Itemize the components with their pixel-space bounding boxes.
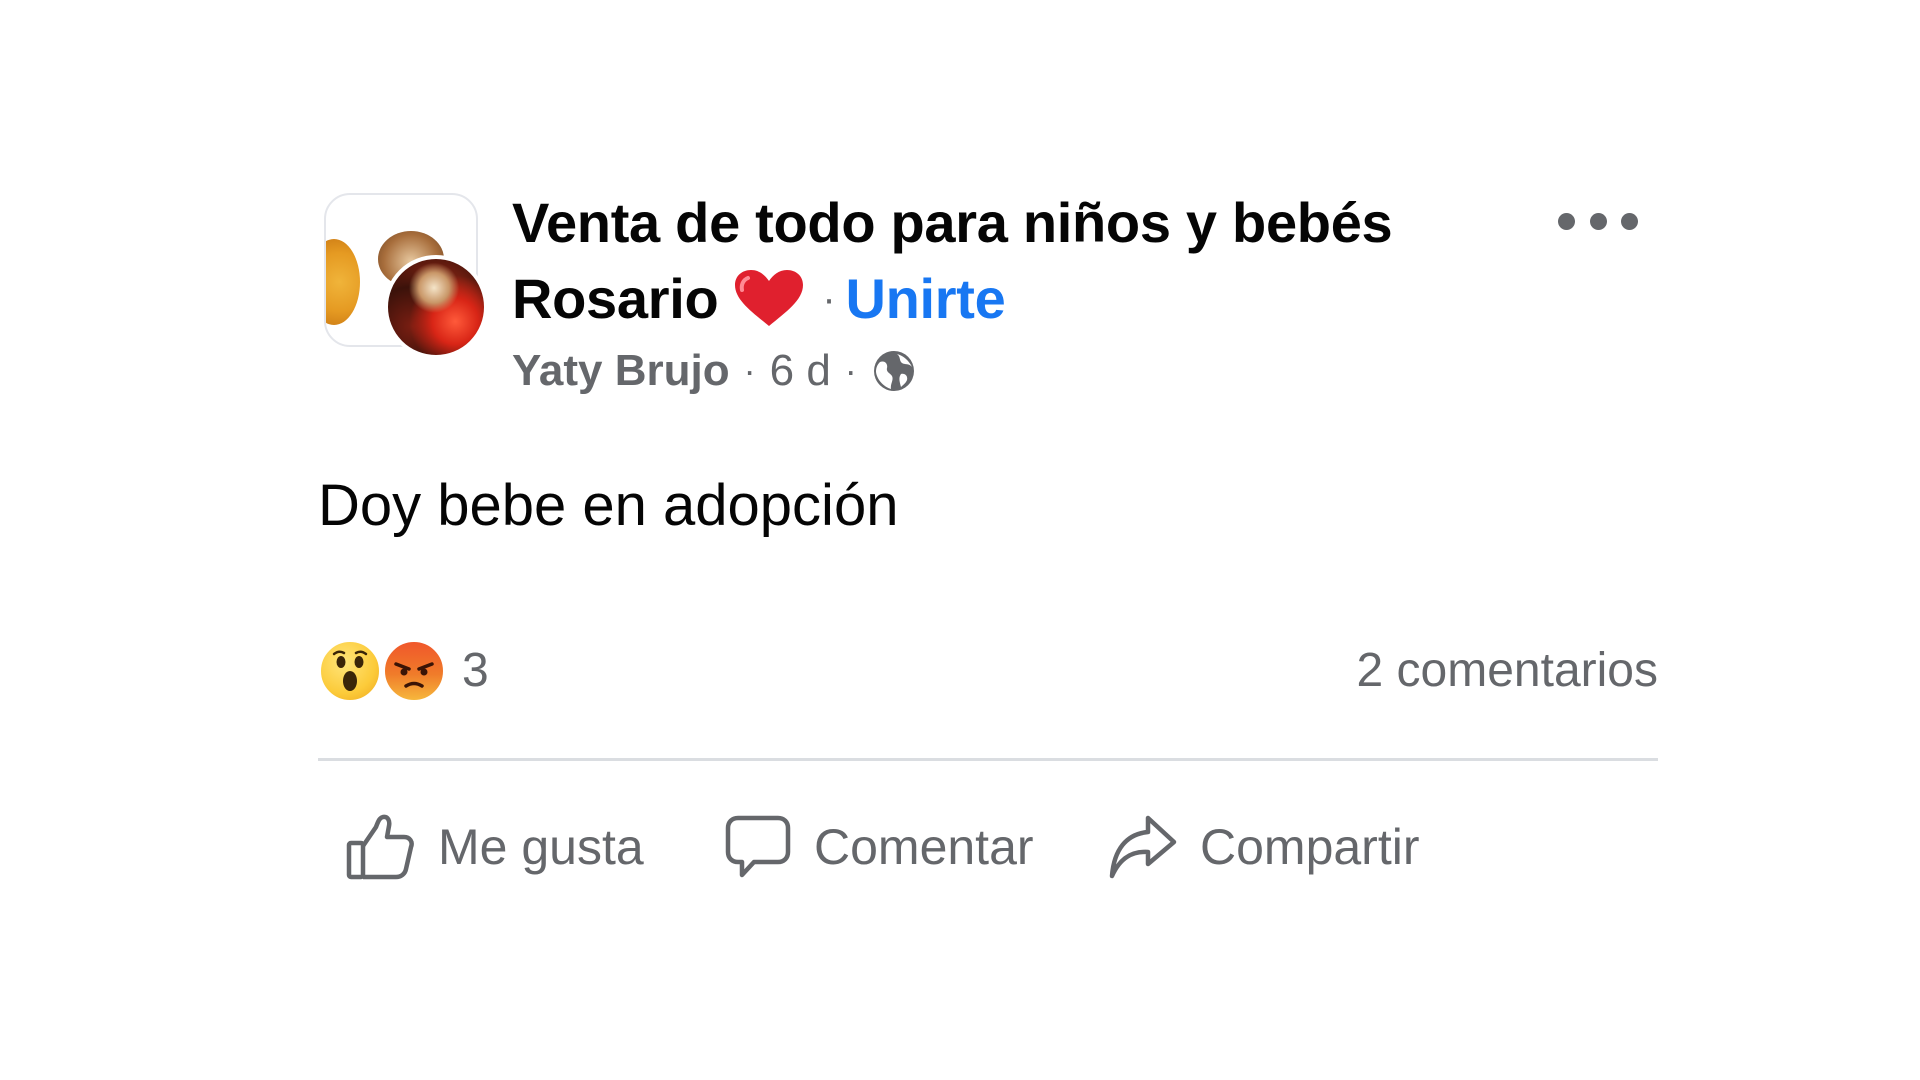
red-heart-icon: [732, 268, 806, 328]
wow-reaction-icon: [318, 639, 382, 703]
join-group-link[interactable]: Unirte: [845, 267, 1005, 330]
lion-illustration: [326, 239, 360, 325]
comment-label: Comentar: [814, 819, 1034, 875]
angry-reaction-icon: [382, 639, 446, 703]
post-timestamp[interactable]: 6 d: [770, 343, 831, 399]
comment-count-link[interactable]: 2 comentarios: [1357, 641, 1658, 701]
share-button[interactable]: Compartir: [1108, 797, 1419, 897]
author-avatar[interactable]: [384, 255, 488, 359]
post-meta: Yaty Brujo · 6 d ·: [512, 343, 1512, 399]
reaction-icons[interactable]: [318, 639, 458, 705]
globe-icon: [871, 348, 917, 394]
post-actions: Me gusta Comentar Compartir: [318, 797, 1658, 897]
thumbs-up-icon: [346, 813, 416, 881]
avatar-group[interactable]: [324, 193, 490, 359]
reactions-summary: 3 2 comentarios: [318, 635, 1658, 707]
like-label: Me gusta: [438, 819, 644, 875]
feed-post: Venta de todo para niños y bebés Rosario…: [316, 185, 1658, 905]
meta-separator: ·: [844, 350, 857, 391]
speech-bubble-icon: [724, 814, 792, 880]
comment-button[interactable]: Comentar: [724, 797, 1034, 897]
like-button[interactable]: Me gusta: [346, 797, 644, 897]
meta-separator: ·: [743, 350, 756, 391]
post-text: Doy bebe en adopción: [318, 473, 899, 538]
group-name-line: Venta de todo para niños y bebés Rosario…: [512, 185, 1512, 337]
dot: [1558, 212, 1575, 230]
share-label: Compartir: [1200, 819, 1420, 875]
dot: [1621, 212, 1638, 230]
reaction-count[interactable]: 3: [462, 641, 489, 701]
more-options-icon[interactable]: [1558, 199, 1638, 243]
dot: [1589, 212, 1607, 230]
share-arrow-icon: [1108, 814, 1178, 880]
divider: [318, 758, 1658, 761]
post-header: Venta de todo para niños y bebés Rosario…: [512, 185, 1512, 399]
header-separator: ·: [822, 277, 836, 321]
author-name[interactable]: Yaty Brujo: [512, 343, 730, 399]
